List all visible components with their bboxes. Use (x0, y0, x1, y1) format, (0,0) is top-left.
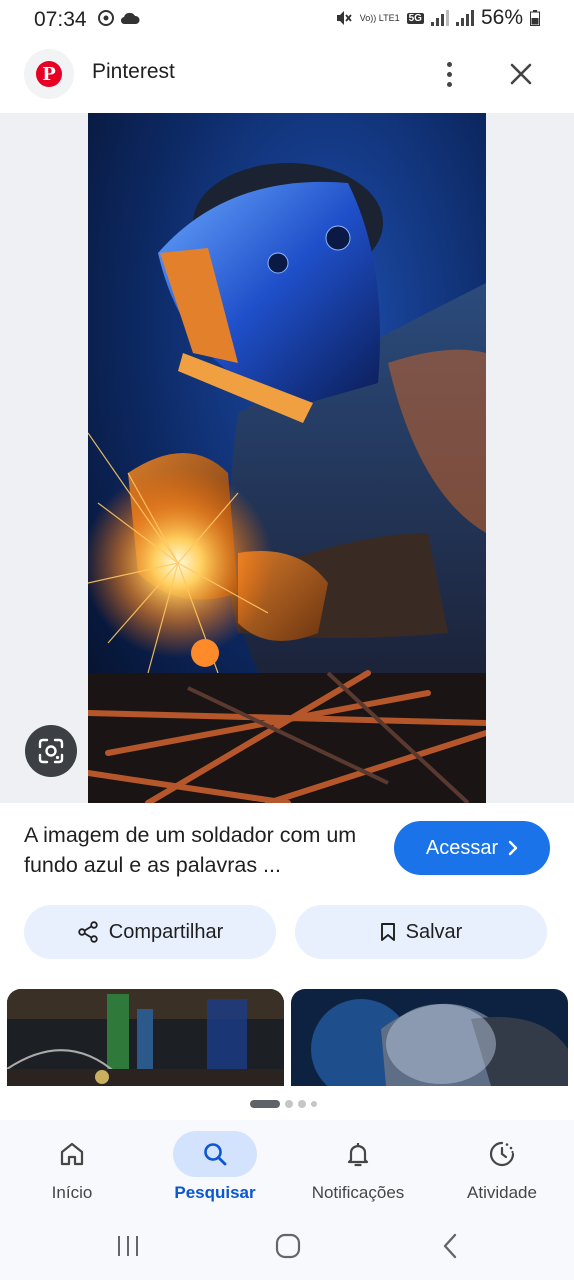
status-time: 07:34 (34, 8, 87, 31)
image-description: A imagem de um soldador com um fundo azu… (24, 823, 357, 877)
share-icon (78, 921, 98, 943)
main-image-welder[interactable] (88, 113, 486, 803)
nav-item-atividade[interactable]: Atividade (432, 1120, 572, 1216)
back-icon (443, 1233, 457, 1259)
mute-icon (336, 11, 352, 25)
bell-icon (347, 1143, 369, 1167)
share-button[interactable]: Compartilhar (24, 905, 276, 959)
back-button[interactable] (428, 1228, 472, 1264)
chevron-right-icon (508, 840, 518, 856)
home-icon (60, 1142, 84, 1166)
save-button[interactable]: Salvar (295, 905, 547, 959)
image-stage (0, 113, 574, 803)
recent-apps-icon (118, 1236, 138, 1256)
page-indicator (250, 1100, 317, 1108)
battery-icon (530, 10, 540, 26)
page-dot (298, 1100, 306, 1108)
status-notification-icons (98, 10, 140, 26)
page-dot (285, 1100, 293, 1108)
more-vert-icon (446, 61, 452, 67)
battery-percent: 56% (480, 6, 523, 29)
related-image-2[interactable] (291, 989, 568, 1086)
recent-apps-button[interactable] (106, 1228, 150, 1264)
visit-button[interactable]: Acessar (394, 821, 550, 875)
bottom-navigation: Início Pesquisar Notificações Atividade (0, 1120, 574, 1216)
cloud-icon (120, 12, 140, 25)
signal-2-icon (455, 10, 474, 26)
nav-label-pesquisar: Pesquisar (174, 1183, 256, 1202)
system-navigation-bar (0, 1216, 574, 1280)
more-options-button[interactable] (434, 56, 464, 92)
page-dot (311, 1101, 317, 1107)
nav-item-inicio[interactable]: Início (2, 1120, 142, 1216)
status-bar: 07:34 Vo)) LTE1 5G 56% (0, 0, 574, 40)
nav-item-pesquisar[interactable]: Pesquisar (145, 1120, 285, 1216)
source-logo: P (24, 49, 74, 99)
close-icon (510, 63, 532, 85)
search-icon (204, 1143, 227, 1166)
page-dot-active (250, 1100, 280, 1108)
network-5g-badge: 5G (406, 12, 424, 24)
volte-indicator: Vo)) LTE1 (359, 12, 400, 23)
google-lens-button[interactable] (25, 725, 77, 777)
status-right-icons: Vo)) LTE1 5G 56% (335, 6, 540, 30)
viewer-header: P Pinterest (0, 40, 574, 112)
nav-item-notificacoes[interactable]: Notificações (288, 1120, 428, 1216)
visit-label: Acessar (425, 836, 499, 859)
share-label: Compartilhar (108, 920, 224, 943)
related-image-1[interactable] (7, 989, 284, 1086)
source-title: Pinterest (92, 60, 175, 83)
signal-1-icon (430, 10, 449, 26)
close-button[interactable] (505, 58, 537, 90)
chrome-icon (98, 10, 114, 26)
nav-label-atividade: Atividade (467, 1183, 537, 1202)
home-circle-icon (275, 1233, 301, 1259)
bookmark-icon (380, 923, 395, 941)
nav-label-notificacoes: Notificações (311, 1183, 405, 1202)
save-label: Salvar (405, 920, 463, 943)
activity-icon (489, 1141, 515, 1167)
pinterest-logo-icon: P (36, 61, 62, 87)
home-system-button[interactable] (266, 1228, 310, 1264)
nav-label-inicio: Início (51, 1183, 93, 1202)
lens-icon (38, 738, 64, 764)
